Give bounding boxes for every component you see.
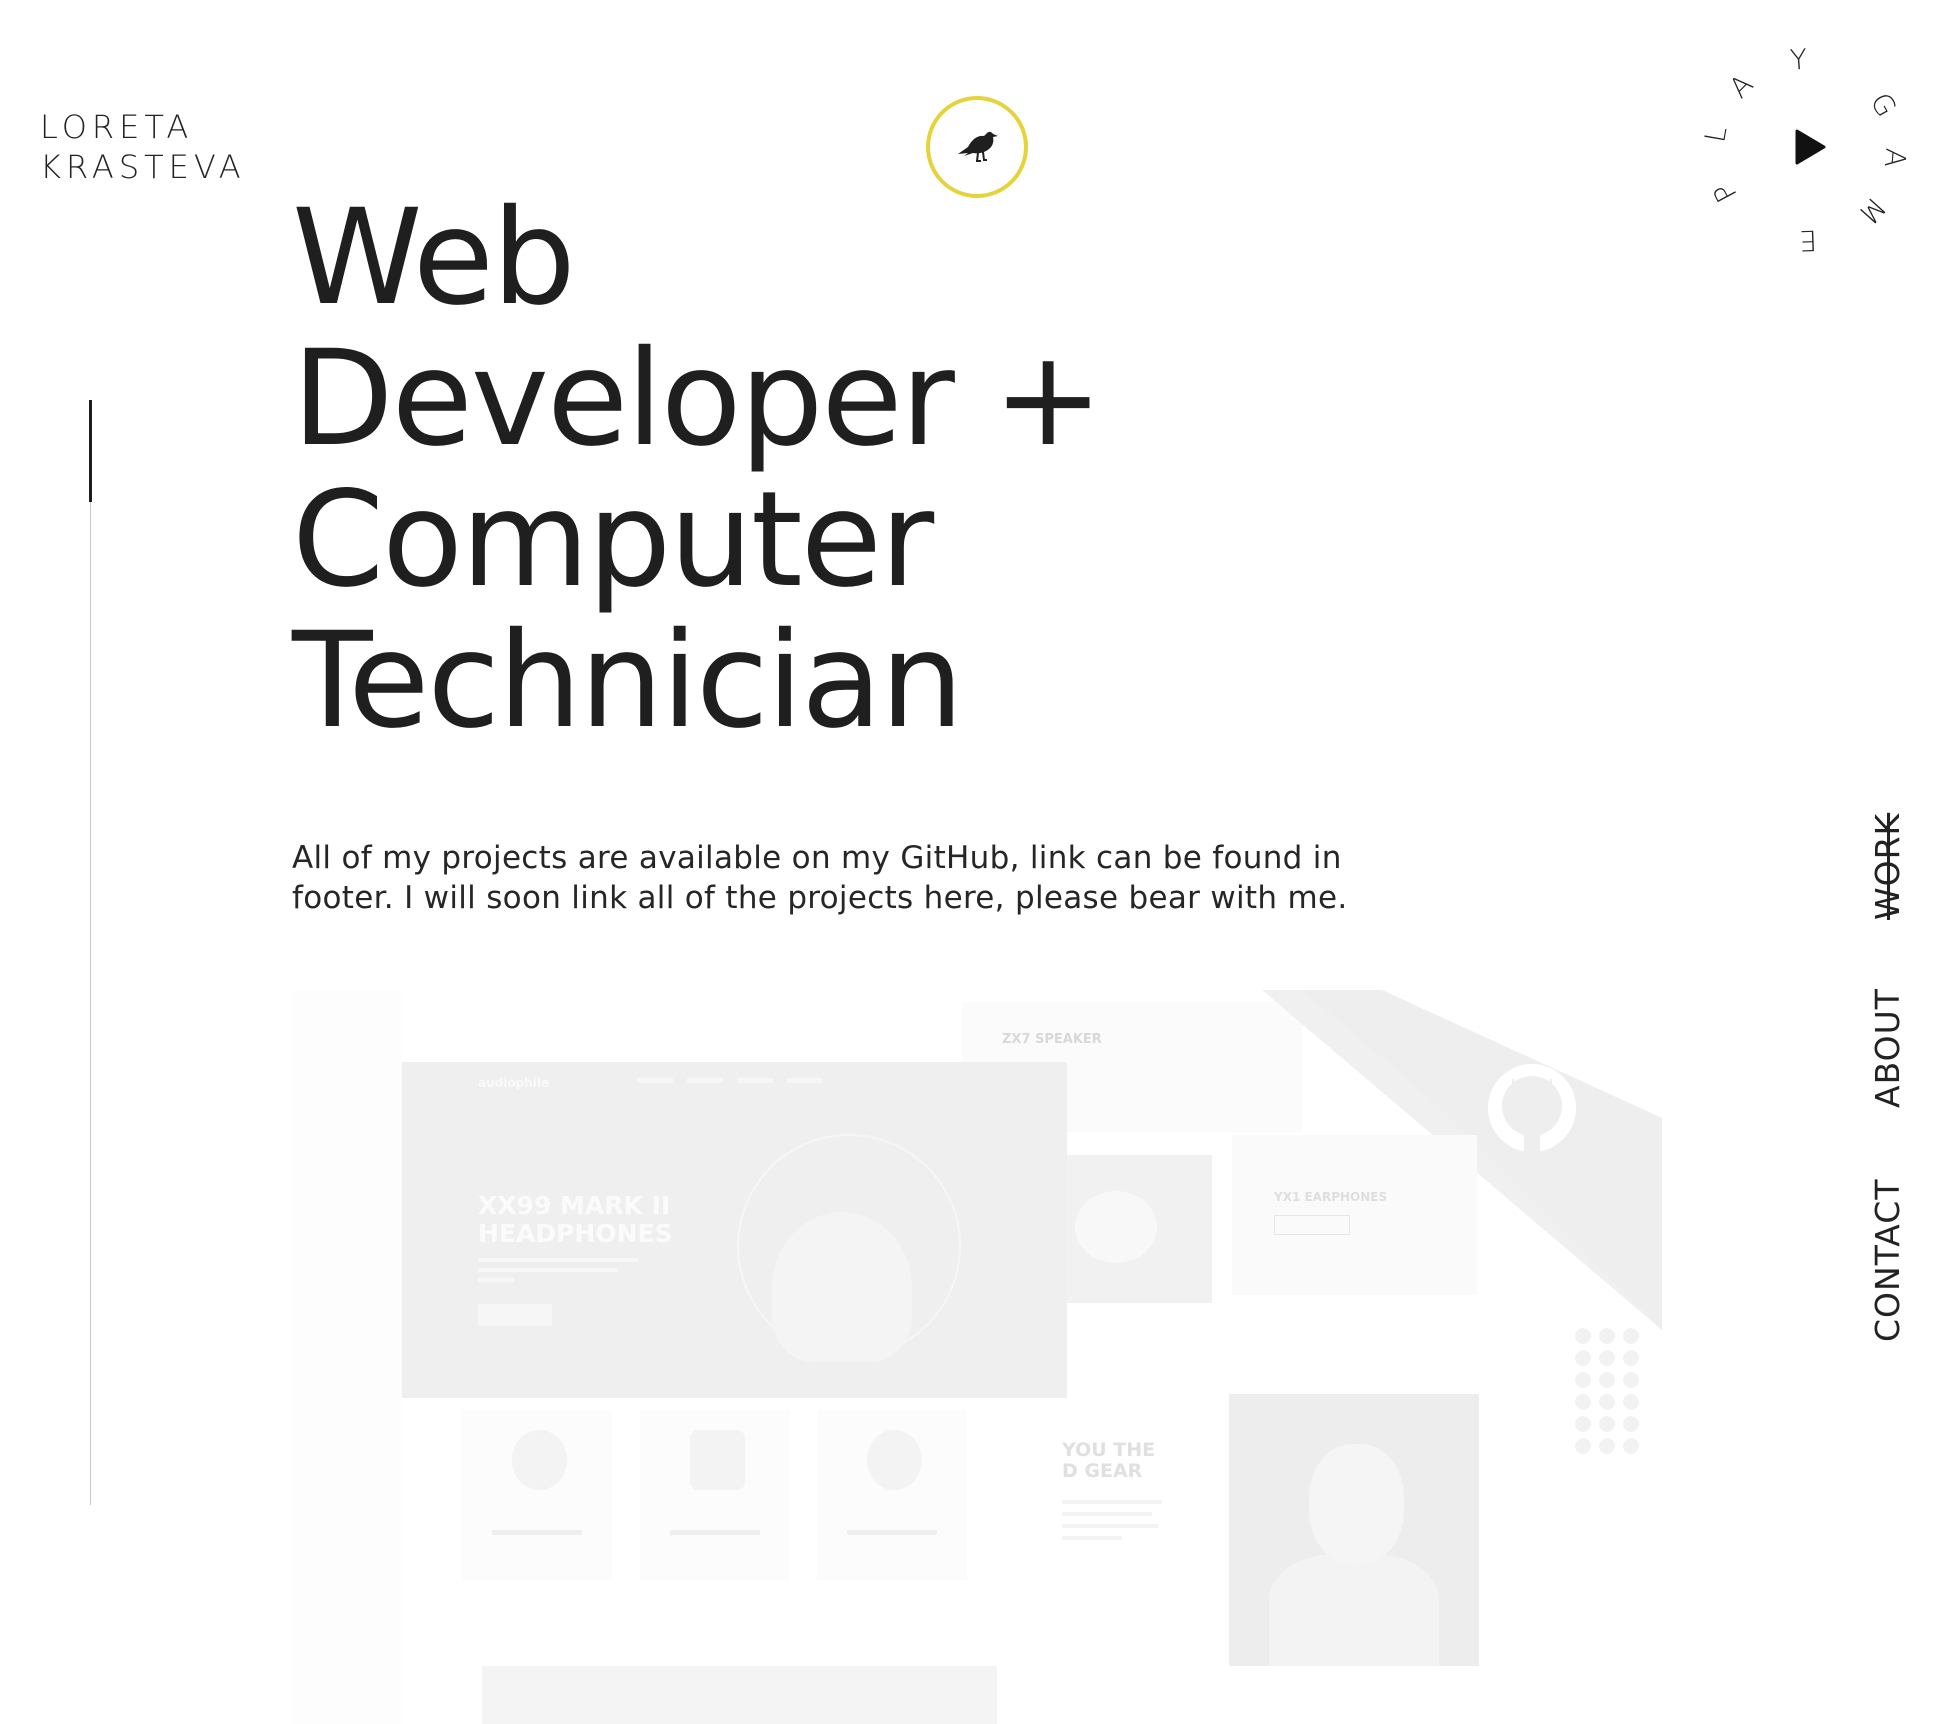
preview-main-logo: audiophile xyxy=(478,1076,550,1090)
preview-category-card xyxy=(640,1410,790,1580)
intro-paragraph: All of my projects are available on my G… xyxy=(292,840,1348,916)
preview-bottom-card xyxy=(482,1666,997,1724)
preview-text-line xyxy=(1062,1512,1152,1516)
brand-last-name: KRASTEVA xyxy=(40,148,246,186)
preview-main-headline: XX99 MARK II HEADPHONES xyxy=(478,1191,673,1248)
nav-link-about[interactable]: ABOUT xyxy=(1868,988,1907,1108)
scroll-progress-track xyxy=(90,400,91,1505)
preview-side-panel xyxy=(292,990,402,1724)
hero-title-line-3: Computer xyxy=(292,463,934,617)
preview-main-screenshot: audiophile XX99 MARK II HEADPHONES xyxy=(402,1062,1067,1398)
hero-title-line-1: Web xyxy=(292,181,576,335)
preview-gear-heading: YOU THE D GEAR xyxy=(1062,1439,1156,1482)
preview-portrait-image xyxy=(1229,1394,1479,1666)
preview-dot-grid xyxy=(1575,1328,1662,1468)
side-nav: WORK ABOUT CONTACT xyxy=(1860,790,1920,1350)
hero-title: Web Developer + Computer Technician xyxy=(292,181,1103,758)
preview-text-line xyxy=(478,1278,514,1282)
preview-nav-link xyxy=(737,1078,773,1083)
raven-icon xyxy=(958,131,998,162)
preview-earphones-card: YX1 EARPHONES xyxy=(1232,1135,1477,1295)
preview-text-line xyxy=(1062,1536,1122,1540)
preview-headphones-image xyxy=(772,1212,912,1362)
project-preview-collage[interactable]: ZX7 SPEAKER audiophile XX99 MARK II HEAD… xyxy=(292,990,1662,1724)
preview-text-line xyxy=(478,1268,618,1272)
brand-logo[interactable]: LORETA KRASTEVA xyxy=(40,107,246,187)
github-icon xyxy=(1488,1064,1576,1152)
preview-text-line xyxy=(478,1258,638,1262)
nav-link-contact[interactable]: CONTACT xyxy=(1868,1179,1907,1343)
preview-earphones-label: YX1 EARPHONES xyxy=(1274,1190,1388,1204)
preview-earphone-image xyxy=(1075,1191,1157,1263)
preview-category-card xyxy=(462,1410,612,1580)
preview-nav-link xyxy=(687,1078,723,1083)
hero-title-line-2: Developer + xyxy=(292,322,1103,476)
preview-nav-link xyxy=(637,1078,673,1083)
preview-earphones-tile xyxy=(1067,1155,1212,1303)
brand-first-name: LORETA xyxy=(40,108,194,146)
bird-button[interactable] xyxy=(926,96,1028,198)
play-game-button[interactable]: P L A Y G A M E xyxy=(1698,43,1912,258)
nav-link-work[interactable]: WORK xyxy=(1868,813,1907,920)
hero-title-line-4: Technician xyxy=(292,604,964,758)
preview-category-card xyxy=(817,1410,967,1580)
scroll-progress-indicator xyxy=(89,400,92,502)
preview-category-cards xyxy=(462,1410,1042,1590)
preview-see-product-button xyxy=(478,1304,552,1326)
preview-nav-link xyxy=(787,1078,823,1083)
preview-text-line xyxy=(1062,1524,1158,1528)
preview-earphones-button xyxy=(1274,1215,1350,1235)
play-icon xyxy=(1795,129,1826,165)
preview-gear-section: YOU THE D GEAR xyxy=(1062,1440,1202,1600)
preview-text-line xyxy=(1062,1500,1162,1504)
